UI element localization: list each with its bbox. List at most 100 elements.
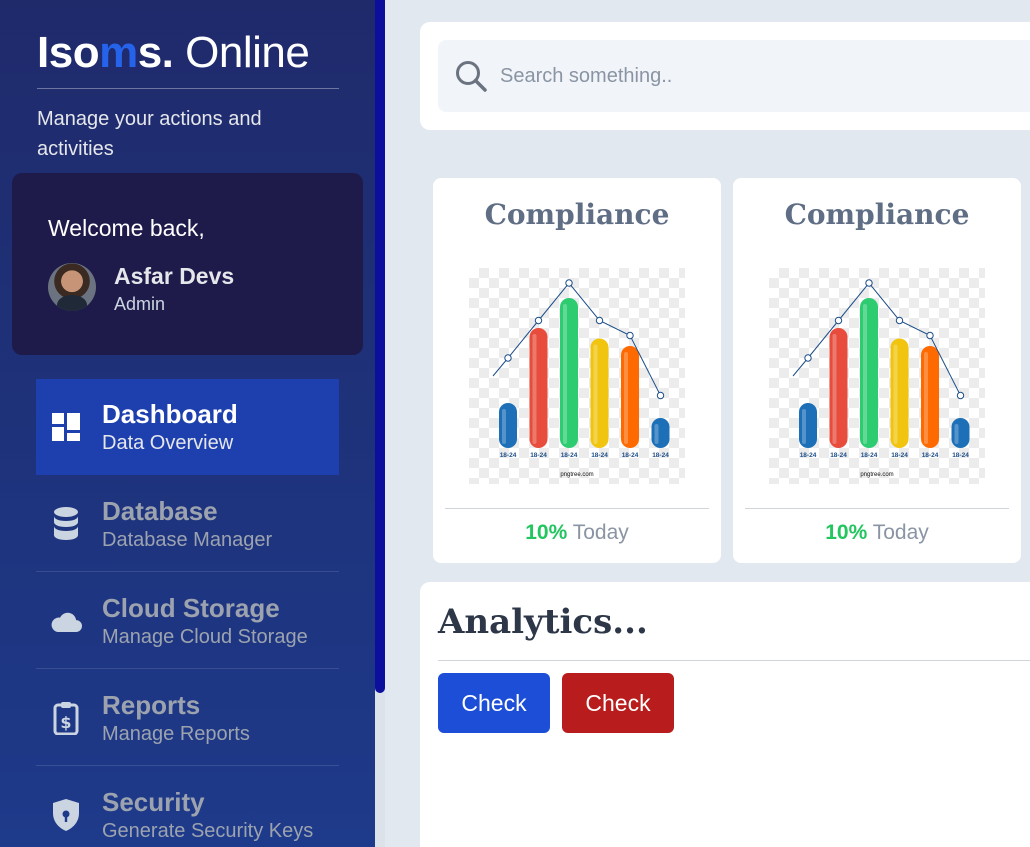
chart-bar bbox=[499, 403, 517, 448]
chart-point bbox=[956, 391, 965, 400]
brand-part: s. bbox=[137, 28, 174, 77]
sidebar-item-reports[interactable]: $ Reports Manage Reports bbox=[36, 670, 339, 766]
compliance-card: Compliance 18-24 18-24 18-24 18-24 18-24 18-2… bbox=[433, 178, 721, 563]
chart-tick-label: 18-24 bbox=[561, 452, 578, 459]
chart-bar-highlight bbox=[832, 334, 837, 444]
sidebar-scrollbar[interactable] bbox=[375, 0, 385, 847]
chart-point bbox=[626, 331, 634, 340]
chart-tick-label: 18-24 bbox=[622, 452, 639, 459]
analytics-divider bbox=[438, 660, 1030, 661]
chart-bar bbox=[560, 298, 578, 448]
chart-point bbox=[504, 354, 512, 362]
chart-watermark: pngtree.com bbox=[560, 472, 593, 478]
brand-tagline: Manage your actions and activities bbox=[37, 108, 262, 160]
card-title: Compliance bbox=[784, 198, 970, 231]
chart-graphic: 18-24 18-24 18-24 18-24 18-24 18-24 pngtree.co… bbox=[792, 279, 970, 478]
nav-divider bbox=[36, 571, 339, 572]
welcome-greeting: Welcome back, bbox=[48, 215, 205, 241]
sidebar-item-cloud-storage[interactable]: Cloud Storage Manage Cloud Storage bbox=[36, 573, 339, 669]
database-icon bbox=[50, 506, 82, 542]
search-icon bbox=[456, 61, 487, 92]
nav-title: Database bbox=[102, 496, 218, 526]
nav-title: Reports bbox=[102, 690, 201, 720]
nav-title: Cloud Storage bbox=[102, 593, 280, 623]
chart-image: 18-24 18-24 18-24 18-24 18-24 18-24 pngtree.co… bbox=[469, 268, 685, 484]
chart-point bbox=[926, 331, 934, 340]
search-box[interactable] bbox=[438, 40, 1030, 112]
chart-bar bbox=[799, 403, 817, 448]
nav-subtitle: Database Manager bbox=[102, 529, 273, 551]
chart-tick-label: 18-24 bbox=[500, 452, 517, 459]
card-footer: 10% Today bbox=[433, 521, 721, 545]
chart-tick-label: 18-24 bbox=[830, 452, 847, 459]
chart-bar-highlight bbox=[954, 424, 959, 444]
check-button-danger[interactable]: Check bbox=[562, 673, 674, 733]
analytics-title: Analytics... bbox=[438, 602, 648, 642]
nav-divider bbox=[36, 668, 339, 669]
scrollbar-thumb[interactable] bbox=[375, 0, 385, 693]
nav-title: Security bbox=[102, 787, 205, 817]
search-card bbox=[420, 22, 1030, 130]
chart-point bbox=[804, 354, 812, 362]
chart-bar-highlight bbox=[802, 409, 806, 444]
stat-label: Today bbox=[867, 521, 929, 544]
brand-logo[interactable]: Isoms. Online bbox=[37, 28, 310, 78]
nav-divider bbox=[36, 765, 339, 766]
nav-title: Dashboard bbox=[102, 399, 238, 429]
chart-bar-highlight bbox=[532, 334, 537, 444]
brand-divider bbox=[37, 88, 339, 89]
chart-point bbox=[565, 279, 573, 287]
dashboard-icon bbox=[50, 409, 82, 445]
chart-tick-label: 18-24 bbox=[652, 452, 669, 459]
stat-percent: 10% bbox=[825, 521, 868, 544]
chart-bar bbox=[651, 418, 670, 448]
sidebar-item-dashboard[interactable]: Dashboard Data Overview bbox=[36, 379, 339, 475]
chart-tick-label: 18-24 bbox=[891, 452, 908, 459]
chart-tick-label: 18-24 bbox=[800, 452, 817, 459]
chart-point bbox=[534, 316, 543, 325]
svg-text:$: $ bbox=[60, 713, 71, 732]
nav-subtitle: Generate Security Keys bbox=[102, 820, 314, 842]
chart-bar-highlight bbox=[654, 424, 659, 444]
report-icon: $ bbox=[50, 700, 82, 736]
chart-bar bbox=[860, 298, 878, 448]
check-button-primary[interactable]: Check bbox=[438, 673, 550, 733]
chart-bar bbox=[621, 346, 639, 448]
shield-icon bbox=[50, 797, 82, 833]
user-role: Admin bbox=[114, 294, 166, 314]
nav-subtitle: Manage Cloud Storage bbox=[102, 626, 308, 648]
search-input[interactable] bbox=[500, 40, 1030, 112]
user-name: Asfar Devs bbox=[114, 263, 235, 289]
chart-point bbox=[895, 316, 904, 325]
chart-tick-label: 18-24 bbox=[591, 452, 608, 459]
sidebar-item-security[interactable]: Security Generate Security Keys bbox=[36, 767, 339, 847]
chart-bar bbox=[529, 328, 548, 448]
brand-suffix: Online bbox=[173, 28, 310, 77]
card-footer: 10% Today bbox=[733, 521, 1021, 545]
chart-point bbox=[834, 316, 843, 325]
chart-bar bbox=[890, 338, 909, 448]
avatar[interactable] bbox=[48, 263, 96, 311]
card-divider bbox=[445, 508, 709, 509]
chart-bar-highlight bbox=[863, 304, 867, 444]
chart-tick-label: 18-24 bbox=[530, 452, 547, 459]
sidebar-item-database[interactable]: Database Database Manager bbox=[36, 476, 339, 572]
card-divider bbox=[745, 508, 1009, 509]
chart-bar bbox=[921, 346, 939, 448]
chart-bar-highlight bbox=[893, 344, 898, 444]
chart-tick-label: 18-24 bbox=[861, 452, 878, 459]
chart-bar bbox=[590, 338, 609, 448]
chart-bar-highlight bbox=[502, 409, 506, 444]
stat-percent: 10% bbox=[525, 521, 568, 544]
chart-bar bbox=[951, 418, 970, 448]
brand-part: Iso bbox=[37, 28, 100, 77]
cloud-icon bbox=[50, 603, 82, 639]
sidebar: Isoms. Online Manage your actions and ac… bbox=[0, 0, 375, 847]
chart-watermark: pngtree.com bbox=[860, 472, 893, 478]
chart-image: 18-24 18-24 18-24 18-24 18-24 18-24 pngtree.co… bbox=[769, 268, 985, 484]
nav-subtitle: Data Overview bbox=[102, 432, 234, 454]
nav-subtitle: Manage Reports bbox=[102, 723, 250, 745]
chart-point bbox=[595, 316, 604, 325]
chart-bar-highlight bbox=[924, 352, 928, 444]
chart-bar bbox=[829, 328, 848, 448]
